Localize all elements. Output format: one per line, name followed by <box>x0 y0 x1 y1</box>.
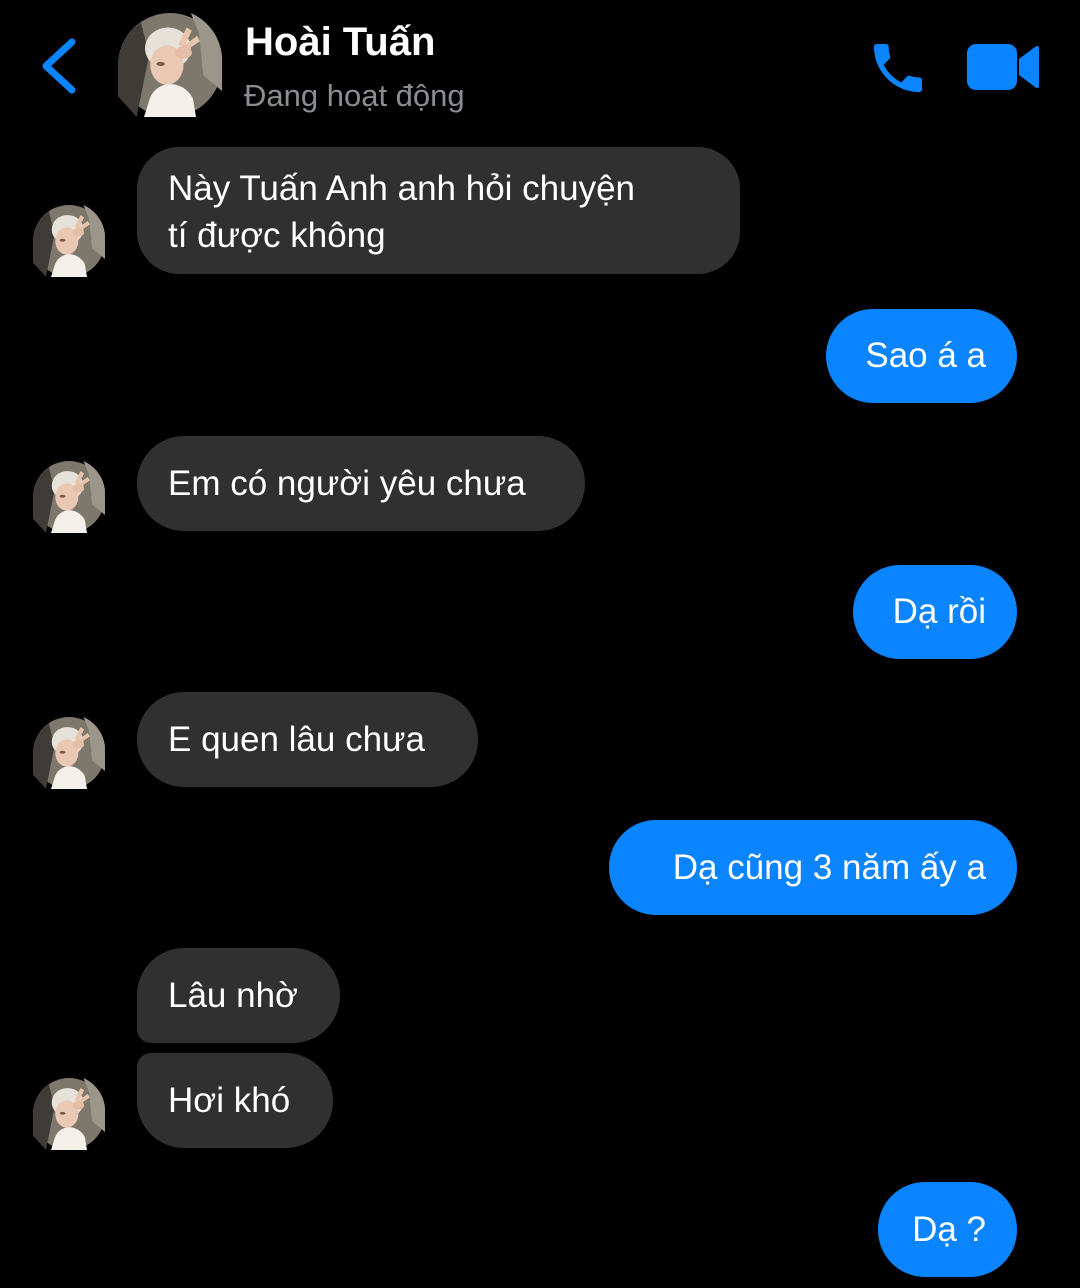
voice-call-button[interactable] <box>866 36 930 100</box>
contact-avatar-small[interactable] <box>33 205 105 277</box>
outgoing-message[interactable]: Dạ rồi <box>853 565 1017 659</box>
message-text-line: tí được không <box>168 216 386 255</box>
incoming-message[interactable]: Lâu nhờ <box>137 948 340 1043</box>
active-status: Đang hoạt động <box>244 78 465 113</box>
incoming-message[interactable]: Hơi khó <box>137 1053 333 1148</box>
message-text: Sao á a <box>865 336 986 375</box>
incoming-message[interactable]: Em có người yêu chưa <box>137 436 585 531</box>
back-button[interactable] <box>30 30 90 100</box>
outgoing-message[interactable]: Dạ cũng 3 năm ấy a <box>609 820 1017 915</box>
incoming-message[interactable]: E quen lâu chưa <box>137 692 478 787</box>
contact-name[interactable]: Hoài Tuấn <box>245 20 435 65</box>
contact-avatar-small[interactable] <box>33 717 105 789</box>
message-text: E quen lâu chưa <box>168 720 425 759</box>
contact-avatar[interactable] <box>118 13 222 117</box>
video-camera-icon <box>967 44 1039 90</box>
message-text: Dạ ? <box>912 1210 986 1249</box>
contact-avatar-small[interactable] <box>33 1078 105 1150</box>
message-text: Lâu nhờ <box>168 976 299 1015</box>
message-text: Hơi khó <box>168 1081 291 1120</box>
incoming-message[interactable]: Này Tuấn Anh anh hỏi chuyện tí được khôn… <box>137 147 740 274</box>
message-text: Dạ cũng 3 năm ấy a <box>672 848 986 887</box>
message-text-line: Này Tuấn Anh anh hỏi chuyện <box>168 169 636 208</box>
outgoing-message[interactable]: Dạ ? <box>878 1182 1017 1277</box>
back-chevron-icon <box>42 38 76 94</box>
phone-icon <box>874 44 922 92</box>
message-text: Em có người yêu chưa <box>168 464 526 503</box>
message-text: Dạ rồi <box>892 592 986 631</box>
video-call-button[interactable] <box>965 40 1041 94</box>
contact-avatar-small[interactable] <box>33 461 105 533</box>
outgoing-message[interactable]: Sao á a <box>826 309 1017 403</box>
chat-header: Hoài Tuấn Đang hoạt động <box>0 0 1080 135</box>
